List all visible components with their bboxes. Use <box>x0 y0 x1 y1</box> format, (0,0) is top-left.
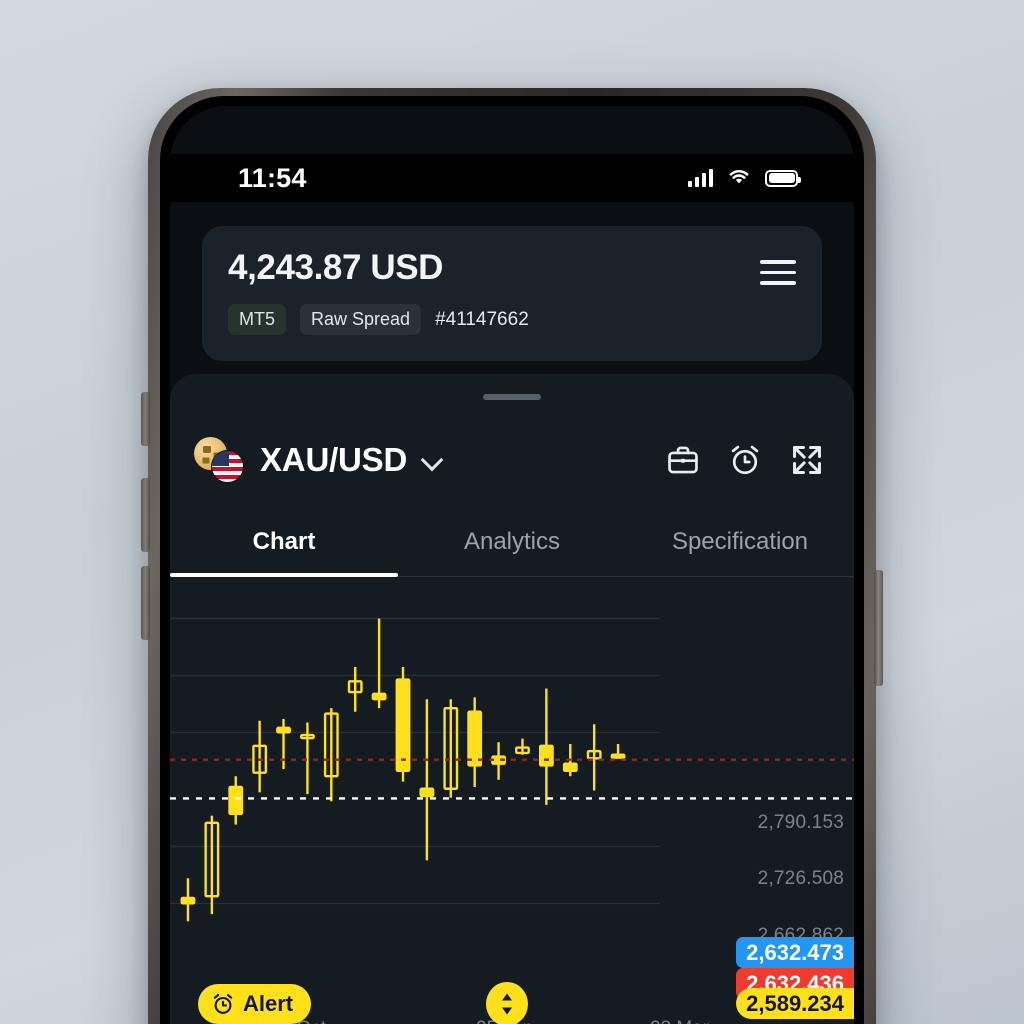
y-axis-label-0: 2,790.153 <box>757 811 844 833</box>
tab-analytics[interactable]: Analytics <box>398 508 626 576</box>
account-balance: 4,243.87 USD <box>228 248 444 287</box>
alert-pill[interactable]: Alert <box>198 984 312 1024</box>
action-button[interactable] <box>141 392 150 446</box>
instrument-tabs: Chart Analytics Specification <box>170 508 854 576</box>
volume-down-button[interactable] <box>141 566 150 640</box>
active-tab-indicator <box>170 573 398 577</box>
account-summary-card[interactable]: 4,243.87 USD MT5 Raw Spread #41147662 <box>202 226 822 361</box>
account-number: #41147662 <box>435 308 529 330</box>
instrument-actions <box>666 443 824 477</box>
battery-icon <box>765 169 801 187</box>
symbol-icon-pair <box>194 437 246 483</box>
symbol-name: XAU/USD <box>260 441 408 478</box>
instrument-header: XAU/USD <box>170 414 854 506</box>
phone-screen: 11:54 4,243.87 USD MT5 Raw Spread #41147… <box>170 106 854 1024</box>
account-meta-row: MT5 Raw Spread #41147662 <box>228 304 796 335</box>
cellular-signal-icon <box>688 169 713 187</box>
chevron-down-icon[interactable] <box>421 449 443 471</box>
symbol-selector[interactable]: XAU/USD <box>194 437 443 483</box>
candlestick-series <box>180 618 626 922</box>
expand-icon[interactable] <box>790 443 824 477</box>
account-type-badge: Raw Spread <box>300 304 422 335</box>
price-chart[interactable]: 2,790.153 2,726.508 2,662.862 2,535.573 … <box>170 580 854 1024</box>
tab-chart[interactable]: Chart <box>170 508 398 576</box>
price-level-lines <box>170 758 854 800</box>
power-button[interactable] <box>874 570 883 686</box>
sheet-grabber-handle[interactable] <box>483 394 541 400</box>
status-bar-icons <box>688 167 801 190</box>
x-axis-label-2: 23 Mar <box>650 1018 709 1024</box>
usd-flag-icon <box>211 450 244 483</box>
alarm-clock-icon[interactable] <box>728 443 762 477</box>
status-bar: 11:54 <box>170 154 854 202</box>
alert-price-tag[interactable]: 2,589.234 <box>736 988 854 1020</box>
wifi-icon <box>727 167 751 190</box>
instrument-panel: XAU/USD Chart Analytics Specification 2,… <box>170 374 854 1024</box>
alarm-clock-icon <box>211 992 235 1016</box>
hamburger-menu-icon[interactable] <box>760 260 796 285</box>
chart-gridlines <box>170 617 660 905</box>
up-down-arrows-icon <box>502 993 512 1015</box>
briefcase-icon[interactable] <box>666 443 700 477</box>
status-bar-time: 11:54 <box>238 162 307 193</box>
tab-specification[interactable]: Specification <box>626 508 854 576</box>
volume-up-button[interactable] <box>141 478 150 552</box>
y-axis-label-1: 2,726.508 <box>757 868 844 890</box>
platform-badge: MT5 <box>228 304 286 335</box>
alert-pill-label: Alert <box>243 991 294 1017</box>
ask-price-tag[interactable]: 2,632.473 <box>736 936 854 968</box>
alert-drag-handle[interactable] <box>486 982 528 1024</box>
